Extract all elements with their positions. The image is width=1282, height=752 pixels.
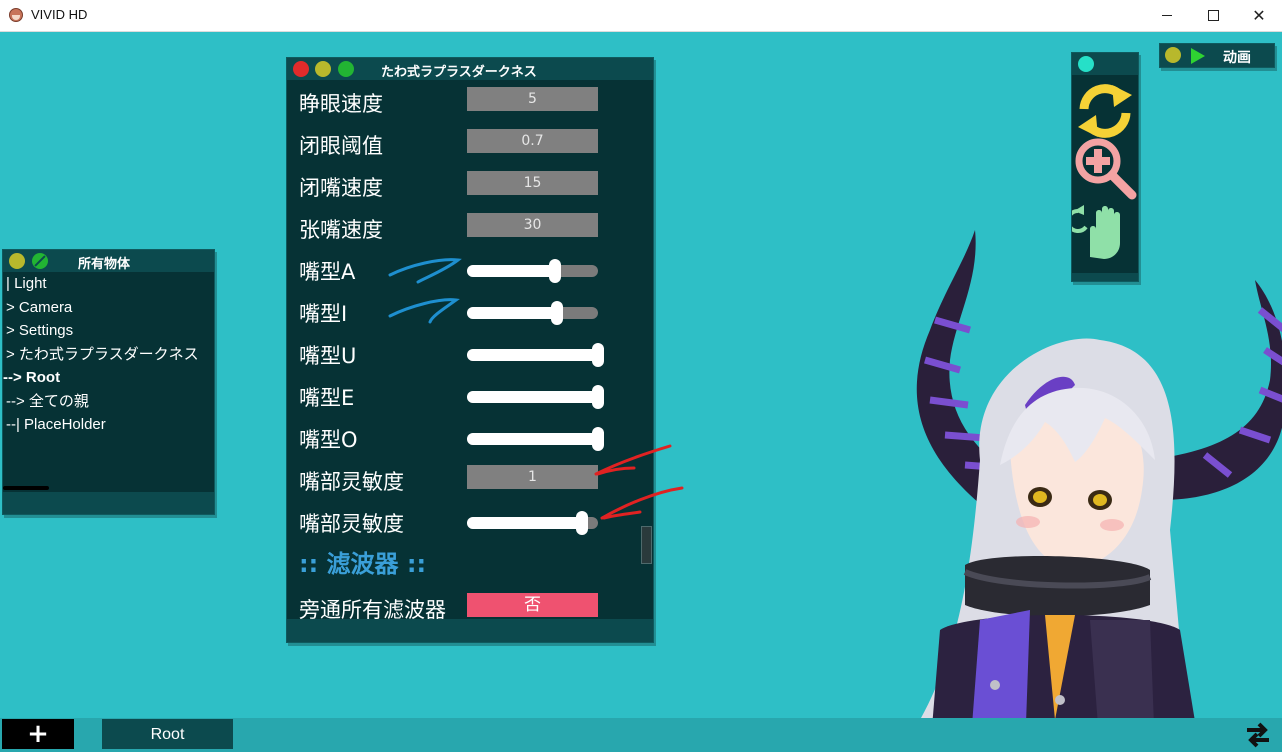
animation-label[interactable]: 动画 [1223, 47, 1251, 67]
anim-dot-icon[interactable] [1165, 47, 1181, 63]
close-icon: ✕ [1252, 6, 1266, 25]
tree-item-light[interactable]: | Light [3, 272, 214, 296]
param-slider[interactable] [467, 301, 598, 325]
tree-item-all-parent[interactable]: --> 全ての親 [3, 390, 214, 414]
window-titlebar: VIVID HD ✕ [0, 0, 1282, 32]
param-row: 嘴型A [287, 250, 637, 290]
param-slider[interactable] [467, 385, 604, 409]
param-number-input[interactable]: 1 [467, 465, 598, 489]
param-slider[interactable] [467, 511, 598, 535]
slider-knob[interactable] [592, 343, 604, 367]
params-panel-title: たわ式ラプラスダークネス [381, 65, 537, 80]
slider-knob[interactable] [548, 259, 561, 283]
window-title: VIVID HD [31, 7, 88, 22]
pin-dot-icon[interactable] [32, 253, 48, 269]
param-row: 嘴部灵敏度 [287, 502, 637, 542]
slider-fill [467, 307, 558, 319]
param-label: 嘴型A [299, 260, 356, 284]
tools-panel-header[interactable] [1072, 53, 1138, 75]
param-label: 嘴部灵敏度 [299, 512, 404, 536]
param-row: 嘴部灵敏度 1 [287, 460, 637, 500]
tree-item-camera[interactable]: > Camera [3, 296, 214, 320]
animation-panel: 动画 [1159, 43, 1275, 68]
minimize-icon [1162, 14, 1172, 16]
param-label: 嘴型I [299, 302, 348, 326]
hand-rotate-icon[interactable] [1072, 199, 1138, 263]
param-row: 嘴型O [287, 418, 637, 458]
param-number-input[interactable]: 15 [467, 171, 598, 195]
minimize-dot-icon[interactable] [9, 253, 25, 269]
param-slider[interactable] [467, 259, 598, 283]
slider-knob[interactable] [551, 301, 564, 325]
params-scrollbar[interactable] [641, 526, 652, 564]
tab-root[interactable]: Root [102, 719, 233, 749]
maximize-icon [1207, 9, 1219, 21]
minimize-dot-icon[interactable] [315, 61, 331, 77]
param-row: 张嘴速度 30 [287, 208, 637, 248]
close-dot-icon[interactable] [293, 61, 309, 77]
bypass-toggle[interactable]: 否 [467, 593, 598, 617]
param-number-input[interactable]: 30 [467, 213, 598, 237]
param-label: 嘴型O [299, 428, 358, 452]
param-label: 嘴型E [299, 386, 355, 410]
param-row: 睁眼速度 5 [287, 82, 637, 122]
slider-fill [467, 349, 598, 361]
param-label: 嘴型U [299, 344, 357, 368]
tree-scrollbar[interactable] [3, 486, 49, 490]
param-row: 嘴型I [287, 292, 637, 332]
params-panel-footer [287, 619, 653, 642]
slider-fill [467, 517, 583, 529]
object-tree: | Light > Camera > Settings > たわ式ラプラスダーク… [3, 272, 214, 437]
params-panel-header[interactable]: たわ式ラプラスダークネス [287, 58, 653, 80]
objects-panel: 所有物体 | Light > Camera > Settings > たわ式ラプ… [2, 249, 215, 515]
param-row: 闭眼阈值 0.7 [287, 124, 637, 164]
close-button[interactable]: ✕ [1236, 0, 1282, 31]
tools-panel-footer [1072, 273, 1138, 281]
refresh-icon[interactable] [1072, 79, 1138, 143]
tree-item-root[interactable]: --> Root [3, 366, 214, 390]
expand-dot-icon[interactable] [338, 61, 354, 77]
tools-dot-icon[interactable] [1078, 56, 1094, 72]
param-label: 张嘴速度 [299, 218, 383, 242]
param-label: 闭嘴速度 [299, 176, 383, 200]
minimize-button[interactable] [1144, 0, 1190, 31]
param-number-input[interactable]: 5 [467, 87, 598, 111]
tools-panel [1071, 52, 1139, 282]
swap-icon[interactable] [1243, 720, 1273, 750]
avatar-character [900, 230, 1282, 752]
slider-knob[interactable] [576, 511, 589, 535]
objects-panel-footer [3, 492, 214, 514]
slider-knob[interactable] [592, 385, 604, 409]
slider-fill [467, 433, 598, 445]
param-label: 闭眼阈值 [299, 134, 383, 158]
param-row: 嘴型E [287, 376, 637, 416]
play-icon[interactable] [1191, 48, 1205, 64]
param-row: 闭嘴速度 15 [287, 166, 637, 206]
tree-item-placeholder[interactable]: --| PlaceHolder [3, 413, 214, 437]
param-slider[interactable] [467, 343, 604, 367]
objects-panel-header[interactable]: 所有物体 [3, 250, 214, 272]
param-label: 睁眼速度 [299, 92, 383, 116]
slider-fill [467, 391, 598, 403]
app-icon [9, 8, 23, 22]
add-button[interactable]: + [2, 719, 74, 749]
tree-item-model[interactable]: > たわ式ラプラスダークネス [3, 343, 214, 367]
params-panel: たわ式ラプラスダークネス 睁眼速度 5 闭眼阈值 0.7 闭嘴速度 15 张嘴速… [286, 57, 654, 643]
section-title-filter: :: 滤波器 :: [299, 550, 427, 578]
maximize-button[interactable] [1190, 0, 1236, 31]
param-slider[interactable] [467, 427, 604, 451]
slider-knob[interactable] [592, 427, 604, 451]
tree-item-settings[interactable]: > Settings [3, 319, 214, 343]
param-row: 嘴型U [287, 334, 637, 374]
param-label: 嘴部灵敏度 [299, 470, 404, 494]
param-number-input[interactable]: 0.7 [467, 129, 598, 153]
objects-panel-title: 所有物体 [78, 257, 131, 272]
slider-fill [467, 265, 555, 277]
zoom-in-icon[interactable] [1072, 137, 1138, 201]
